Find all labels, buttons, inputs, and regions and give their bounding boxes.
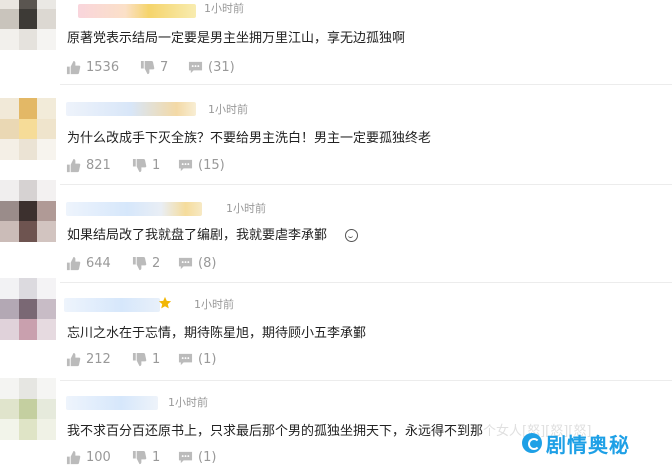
divider [60,282,672,283]
like-count: 1536 [86,59,120,75]
watermark: 剧情奥秘 [522,428,630,458]
like-count: 212 [86,351,111,367]
like-button[interactable]: 644 [66,254,111,272]
comment-time: 1小时前 [226,202,266,215]
thumbs-up-icon [66,352,81,366]
comment-text-body: 我不求百分百还原书上，只求最后那个男的孤独坐拥天下，永远得不到那 [67,424,484,439]
reply-count: (1) [198,351,217,367]
thumbs-up-icon [66,158,81,172]
comment-time: 1小时前 [194,298,234,311]
dislike-button[interactable]: 1 [132,156,160,174]
reply-count: (1) [198,449,217,465]
comment-text: 如果结局改了我就盘了编剧，我就要虐李承鄞 [67,224,359,243]
username-blurred[interactable] [66,102,196,116]
comment-bubble-icon [178,353,193,365]
thumbs-up-icon [66,256,81,270]
comment-bubble-icon [178,159,193,171]
dislike-count: 1 [152,157,161,173]
like-button[interactable]: 100 [66,448,111,466]
thumbs-down-icon [132,352,147,366]
avatar[interactable] [0,0,56,50]
thumbs-down-icon [132,450,147,464]
dislike-count: 7 [160,59,169,75]
thumbs-up-icon [66,60,81,74]
avatar[interactable] [0,98,56,160]
comment-text: 为什么改成手下灭全族？不要给男主洗白！男主一定要孤独终老 [67,131,432,146]
thumbs-down-icon [140,60,155,74]
like-button[interactable]: 821 [66,156,111,174]
vip-star-badge-icon [158,296,172,309]
comment-time: 1小时前 [208,103,248,116]
username-blurred[interactable] [66,202,202,216]
dislike-button[interactable]: 2 [132,254,160,272]
username-blurred[interactable] [66,396,158,410]
watermark-text: 剧情奥秘 [546,432,630,457]
dislike-count: 1 [152,351,161,367]
avatar[interactable] [0,180,56,242]
dislike-count: 1 [152,449,161,465]
comment-text: 忘川之水在于忘情，期待陈星旭，期待顾小五李承鄞 [67,326,367,341]
reply-count: (31) [208,59,235,75]
like-button[interactable]: 1536 [66,58,119,76]
avatar[interactable] [0,378,56,440]
thumbs-down-icon [132,256,147,270]
smiley-emoji-icon [345,229,359,242]
dislike-count: 2 [152,255,161,271]
thumbs-up-icon [66,450,81,464]
reply-button[interactable]: (1) [178,350,216,368]
watermark-logo-icon [522,433,542,453]
dislike-button[interactable]: 7 [140,58,168,76]
like-count: 821 [86,157,111,173]
reply-count: (15) [198,157,225,173]
username-blurred[interactable] [64,298,160,312]
divider [60,84,672,85]
comment-text: 我不求百分百还原书上，只求最后那个男的孤独坐拥天下，永远得不到那个女人[怒][怒… [67,420,591,439]
reply-button[interactable]: (1) [178,448,216,466]
comment-time: 1小时前 [204,2,244,15]
divider [60,184,672,185]
like-count: 644 [86,255,111,271]
comment-bubble-icon [178,451,193,463]
thumbs-down-icon [132,158,147,172]
reply-button[interactable]: (8) [178,254,216,272]
comment-bubble-icon [188,61,203,73]
reply-count: (8) [198,255,217,271]
comment-bubble-icon [178,257,193,269]
reply-button[interactable]: (31) [188,58,235,76]
dislike-button[interactable]: 1 [132,448,160,466]
username-blurred[interactable] [78,4,196,18]
comment-text: 原著党表示结局一定要是男主坐拥万里江山，享无边孤独啊 [67,31,406,46]
comment-time: 1小时前 [168,396,208,409]
comment-text-body: 如果结局改了我就盘了编剧，我就要虐李承鄞 [67,228,328,243]
avatar[interactable] [0,278,56,340]
like-count: 100 [86,449,111,465]
reply-button[interactable]: (15) [178,156,225,174]
divider [60,380,672,381]
like-button[interactable]: 212 [66,350,111,368]
dislike-button[interactable]: 1 [132,350,160,368]
